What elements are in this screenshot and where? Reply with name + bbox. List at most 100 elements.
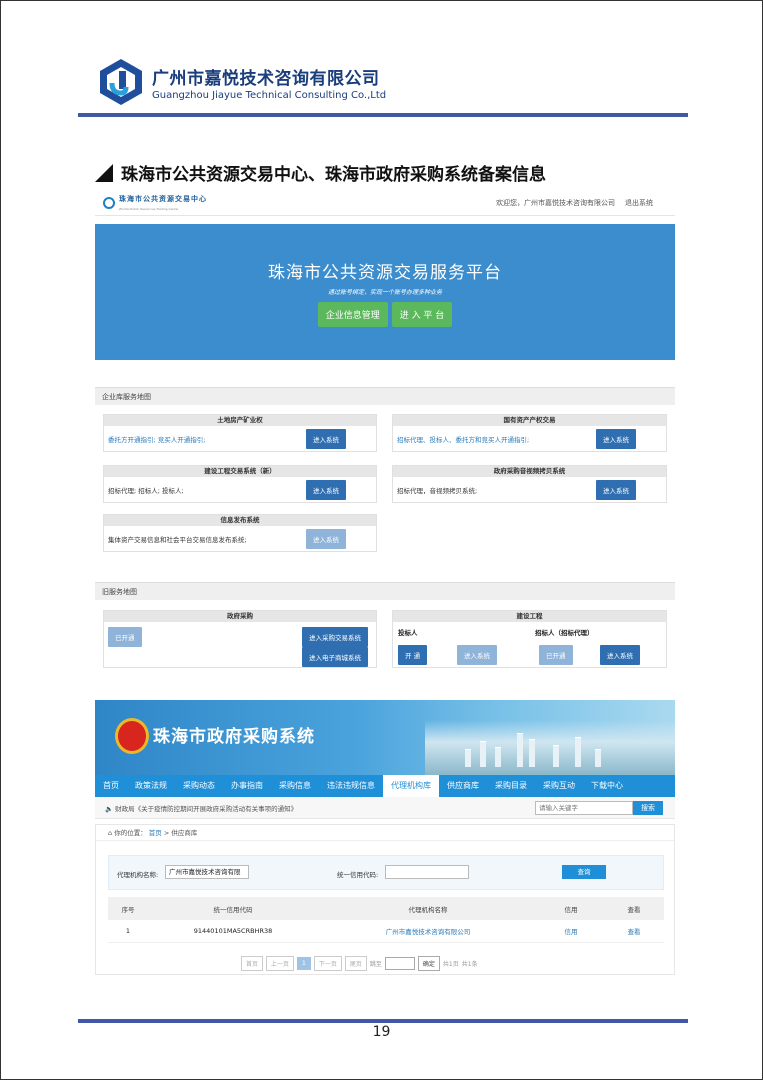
s1-banner-subtitle: 通过账号绑定，实现一个账号办理多种业务: [327, 289, 442, 296]
cell-view-link[interactable]: 查看: [604, 926, 664, 936]
s1-banner: 珠海市公共资源交易服务平台 通过账号绑定，实现一个账号办理多种业务 企业信息管理…: [95, 224, 675, 360]
box-old-build-title: 建设工程: [393, 611, 666, 622]
box-construction: 建设工程交易系统（新） 招标代理; 招标人; 投标人; 进入系统: [103, 465, 377, 503]
info-enter-button[interactable]: 进入系统: [306, 529, 346, 549]
section-title-text: 珠海市公共资源交易中心、珠海市政府采购系统备案信息: [121, 165, 546, 185]
box-gov-title: 政府采购: [104, 611, 376, 622]
box-land-title: 土地房产矿业权: [104, 415, 376, 426]
cell-index: 1: [125, 927, 131, 935]
nav-tab-2[interactable]: 采购动态: [175, 775, 223, 797]
nav-tab-0[interactable]: 首页: [95, 775, 127, 797]
breadcrumb-home-link[interactable]: 首页: [149, 829, 162, 837]
notice-text[interactable]: 🔈 财政局《关于疫情防控期间开展政府采购活动有关事项的通知》: [105, 803, 297, 813]
company-name-cn: 广州市嘉悦技术咨询有限公司: [152, 68, 380, 89]
header-rule: [78, 113, 688, 117]
gov-opened-button[interactable]: 已开通: [108, 627, 142, 647]
box-build-text: 招标代理; 招标人; 投标人;: [108, 487, 184, 495]
keyword-search-input[interactable]: [535, 800, 633, 815]
col-credit-code: 统一信用代码: [213, 905, 253, 914]
box-old-construction: 建设工程 投标人 招标人（招标代理） 开 通 进入系统 已开通 进入系统: [392, 610, 667, 668]
box-state-text[interactable]: 招标代理、投标人、委托方和竞买人开通指引;: [397, 434, 529, 444]
box-land: 土地房产矿业权 委托方开通指引; 竞买人开通指引; 进入系统: [103, 414, 377, 452]
nav-tab-3[interactable]: 办事指南: [223, 775, 271, 797]
nav-tab-10[interactable]: 下载中心: [583, 775, 631, 797]
bidder-enter-button[interactable]: 进入系统: [457, 645, 497, 665]
company-name-en: Guangzhou Jiayue Technical Consulting Co…: [152, 89, 387, 101]
enter-mall-system-button[interactable]: 进入电子商城系统: [302, 647, 368, 667]
home-icon: ⌂: [108, 829, 113, 837]
credit-code-label: 统一信用代码:: [337, 871, 379, 879]
cell-credit-link[interactable]: 信用: [538, 926, 604, 936]
enter-purchase-system-button[interactable]: 进入采购交易系统: [302, 627, 368, 647]
s1-banner-title: 珠海市公共资源交易服务平台: [268, 263, 502, 283]
nav-tab-1[interactable]: 政策法规: [127, 775, 175, 797]
box-video-title: 政府采购音视频拷贝系统: [393, 466, 666, 477]
s2-main-nav: 首页 政策法规 采购动态 办事指南 采购信息 违法违规信息 代理机构库 供应商库 采购目录 采购互…: [95, 775, 675, 797]
nav-tab-9[interactable]: 采购互动: [535, 775, 583, 797]
agency-table: 序号 统一信用代码 代理机构名称 信用 查看 1 91440101MA5CRBH…: [108, 897, 664, 943]
s2-banner: 珠海市政府采购系统: [95, 700, 675, 775]
box-info-publish: 信息发布系统 集体资产交易信息和社会平台交易信息发布系统; 进入系统: [103, 514, 377, 552]
tenderer-opened-button[interactable]: 已开通: [539, 645, 573, 665]
box-info-text: 集体资产交易信息和社会平台交易信息发布系统;: [108, 536, 247, 544]
pager-total-pages: 共1页: [442, 961, 459, 968]
nav-tab-7[interactable]: 供应商库: [439, 775, 487, 797]
s2-notice-bar: 🔈 财政局《关于疫情防控期间开展政府采购活动有关事项的通知》 搜索: [95, 797, 675, 819]
s2-search-box: 搜索: [535, 800, 663, 815]
company-info-button[interactable]: 企业信息管理: [317, 302, 388, 327]
box-video-text: 招标代理，音视频拷贝系统;: [397, 487, 478, 495]
s1-panel-enterprise-map: 企业库服务地图: [95, 387, 675, 405]
pager-next[interactable]: 下一页: [313, 956, 342, 971]
col-agency-name: 代理机构名称: [408, 905, 448, 914]
box-build-title: 建设工程交易系统（新）: [104, 466, 376, 477]
box-info-title: 信息发布系统: [104, 515, 376, 526]
nav-tab-5[interactable]: 违法违规信息: [319, 775, 383, 797]
s2-site-title: 珠海市政府采购系统: [153, 727, 315, 747]
table-row: 1 91440101MA5CRBHR38 广州市嘉悦技术咨询有限公司 信用 查看: [108, 920, 664, 943]
pager-prev[interactable]: 上一页: [266, 956, 295, 971]
agency-name-input[interactable]: 广州市嘉悦技术咨询有限: [165, 865, 249, 879]
tenderer-label: 招标人（招标代理）: [535, 629, 594, 637]
section-title: 珠海市公共资源交易中心、珠海市政府采购系统备案信息: [95, 160, 546, 185]
city-skyline-image: [425, 720, 675, 775]
enter-platform-button[interactable]: 进 入 平 台: [391, 302, 453, 327]
query-button[interactable]: 查询: [562, 865, 606, 879]
pager-last[interactable]: 尾页: [344, 956, 367, 971]
nav-tab-6[interactable]: 代理机构库: [383, 775, 439, 797]
table-header-row: 序号 统一信用代码 代理机构名称 信用 查看: [108, 897, 664, 920]
box-av-copy: 政府采购音视频拷贝系统 招标代理，音视频拷贝系统; 进入系统: [392, 465, 667, 503]
col-credit: 信用: [564, 905, 578, 914]
box-land-text[interactable]: 委托方开通指引; 竞买人开通指引;: [108, 434, 205, 444]
pager-jump-input[interactable]: [384, 957, 415, 970]
nav-tab-4[interactable]: 采购信息: [271, 775, 319, 797]
page-number: 19: [372, 1024, 391, 1040]
cell-credit-code: 91440101MA5CRBHR38: [193, 927, 273, 935]
pager-page-1[interactable]: 1: [297, 957, 311, 970]
state-enter-button[interactable]: 进入系统: [596, 429, 636, 449]
pager-confirm-button[interactable]: 确定: [417, 956, 440, 971]
s1-logout-link[interactable]: 退出系统: [625, 198, 653, 208]
footer-rule: [78, 1019, 688, 1023]
col-view: 查看: [627, 905, 641, 914]
search-button[interactable]: 搜索: [633, 800, 663, 815]
document-header: 广州市嘉悦技术咨询有限公司 Guangzhou Jiayue Technical…: [98, 54, 386, 110]
agency-name-label: 代理机构名称:: [117, 871, 159, 879]
box-state-assets: 国有资产产权交易 招标代理、投标人、委托方和竞买人开通指引; 进入系统: [392, 414, 667, 452]
build-enter-button[interactable]: 进入系统: [306, 480, 346, 500]
national-emblem-icon: [115, 718, 149, 754]
credit-code-input[interactable]: [385, 865, 469, 879]
pager-first[interactable]: 首页: [241, 956, 264, 971]
cell-agency-name-link[interactable]: 广州市嘉悦技术咨询有限公司: [318, 926, 538, 936]
s1-site-name: 珠海市公共资源交易中心: [119, 194, 207, 203]
triangle-icon: [95, 163, 113, 182]
pager-total-items: 共1条: [461, 961, 478, 968]
video-enter-button[interactable]: 进入系统: [596, 480, 636, 500]
s1-site-logo[interactable]: 珠海市公共资源交易中心 Zhuhai Public Resources Trad…: [103, 194, 207, 212]
open-bidder-button[interactable]: 开 通: [398, 645, 428, 665]
breadcrumb: ⌂ 你的位置： 首页 > 供应商库: [96, 825, 674, 841]
nav-tab-8[interactable]: 采购目录: [487, 775, 535, 797]
tenderer-enter-button[interactable]: 进入系统: [600, 645, 640, 665]
land-enter-button[interactable]: 进入系统: [306, 429, 346, 449]
box-state-title: 国有资产产权交易: [393, 415, 666, 426]
jiayue-logo-icon: [100, 59, 142, 105]
